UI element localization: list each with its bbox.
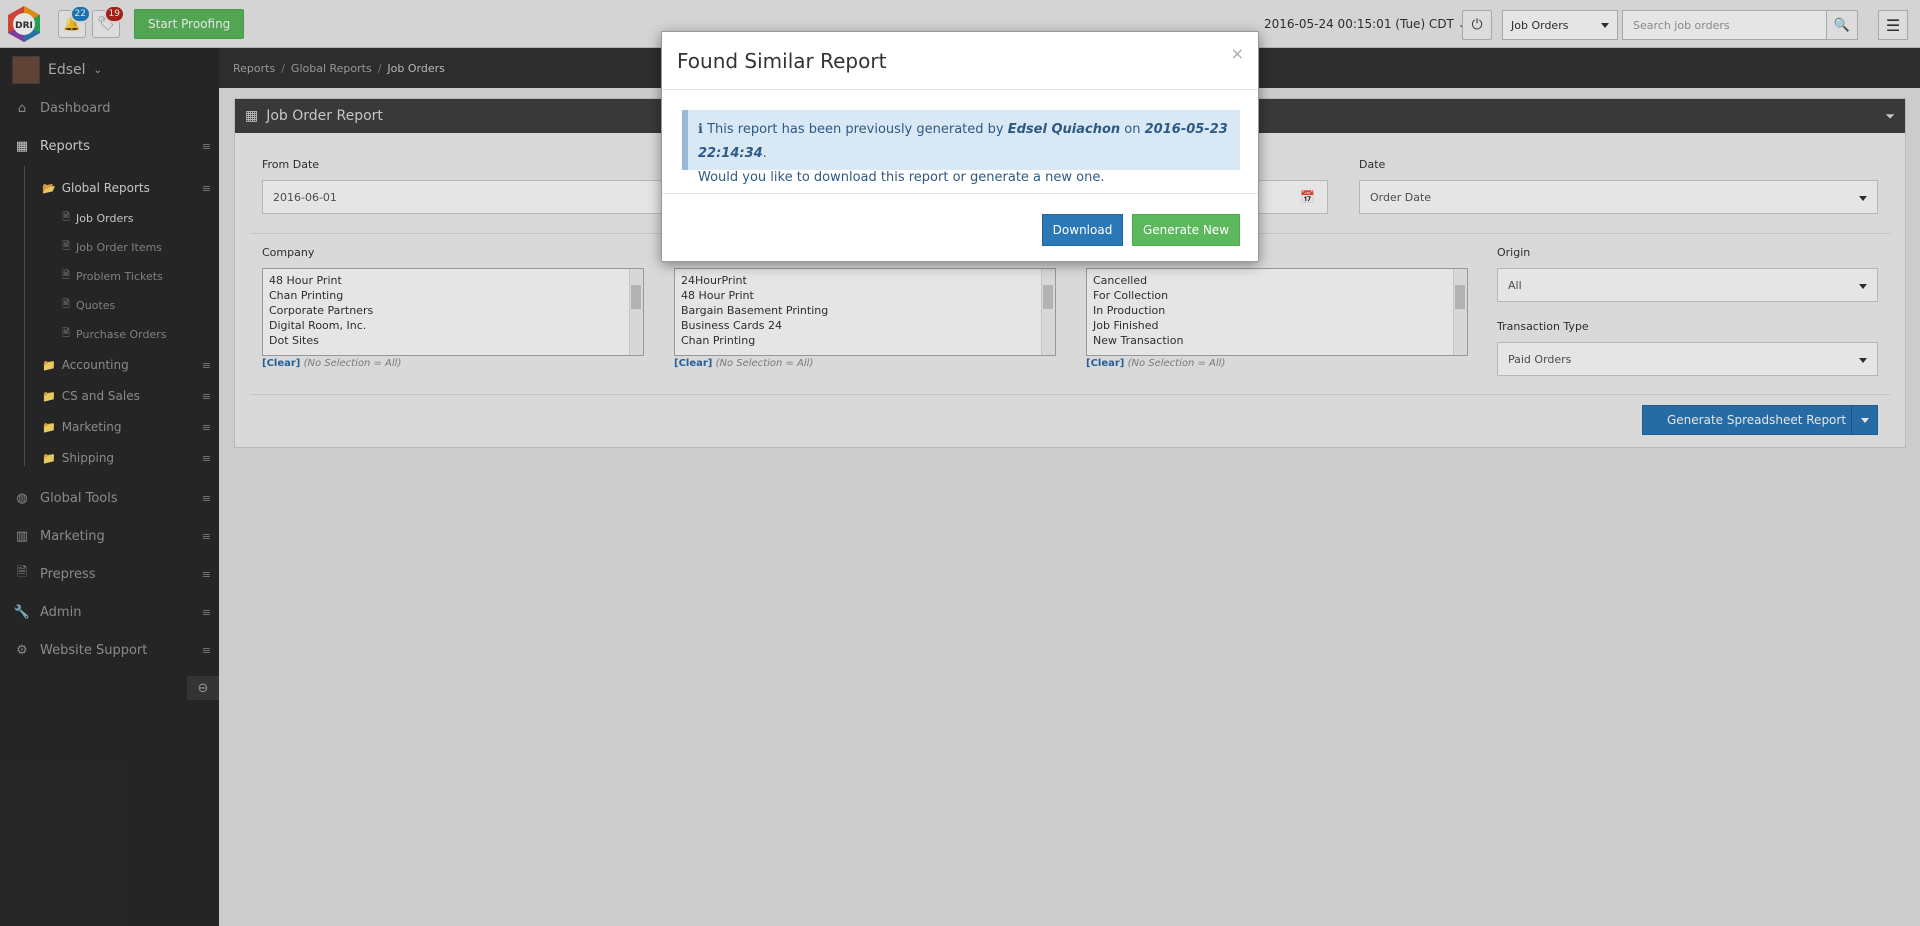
modal-footer: Download Generate New bbox=[662, 194, 1258, 262]
modal-body: ℹ This report has been previously genera… bbox=[662, 90, 1258, 194]
alert-message-prefix: This report has been previously generate… bbox=[707, 122, 1004, 137]
info-alert: ℹ This report has been previously genera… bbox=[682, 110, 1240, 185]
alert-message-line2: Would you like to download this report o… bbox=[698, 170, 1105, 185]
found-similar-report-dialog: Found Similar Report × ℹ This report has… bbox=[661, 31, 1259, 262]
generate-new-button[interactable]: Generate New bbox=[1132, 214, 1240, 246]
alert-user: Edsel Quiachon bbox=[1007, 122, 1121, 137]
download-button[interactable]: Download bbox=[1042, 214, 1123, 246]
modal-header: Found Similar Report × bbox=[662, 32, 1258, 90]
alert-on: on bbox=[1124, 122, 1141, 137]
info-icon: ℹ bbox=[698, 122, 703, 137]
modal-title: Found Similar Report bbox=[677, 48, 887, 73]
alert-period: . bbox=[762, 146, 767, 161]
close-icon[interactable]: × bbox=[1231, 44, 1244, 63]
